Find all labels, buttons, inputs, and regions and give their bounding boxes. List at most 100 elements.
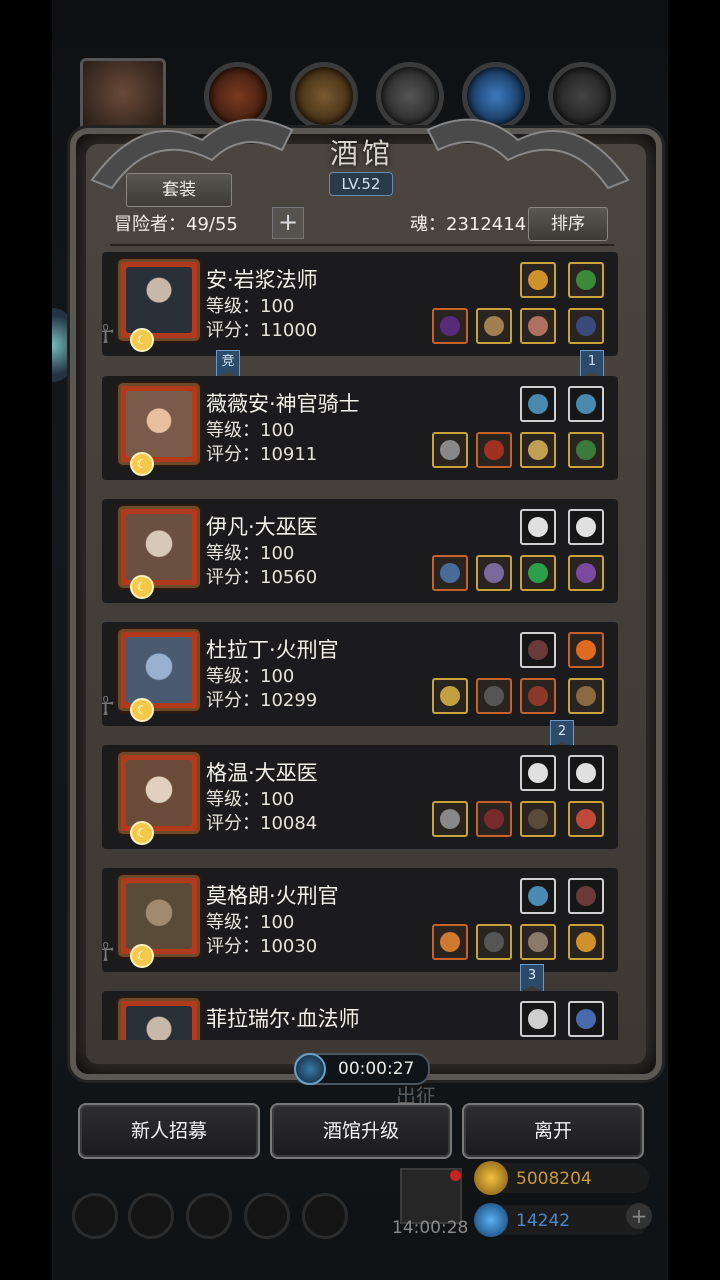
hero-score: 评分：10299 <box>206 690 318 711</box>
equipment-slot[interactable] <box>568 308 604 344</box>
menu-icon[interactable] <box>244 1193 290 1239</box>
equipment-slot[interactable] <box>520 308 556 344</box>
hero-level: 等级：100 <box>206 420 295 441</box>
equipment-slot[interactable] <box>520 262 556 298</box>
equipment-slot[interactable] <box>476 678 512 714</box>
hero-score: 评分：10030 <box>206 936 318 957</box>
ghost-icon: ☥ <box>102 320 116 350</box>
hero-row[interactable]: ☾ 安·岩浆法师 等级：100 评分：11000 <box>102 252 618 356</box>
hero-name: 格温·大巫医 <box>206 761 318 785</box>
hero-name: 莫格朗·火刑官 <box>206 884 339 908</box>
hero-row[interactable]: ☾ 薇薇安·神官骑士 等级：100 评分：10911 <box>102 376 618 480</box>
menu-icon[interactable] <box>128 1193 174 1239</box>
notification-dot-icon <box>450 1170 461 1181</box>
equipment-slot[interactable] <box>520 1001 556 1037</box>
equipment-slot[interactable] <box>432 308 468 344</box>
tavern-level-badge: LV.52 <box>329 172 393 196</box>
coin-icon <box>474 1161 508 1195</box>
ghost-icon: ☥ <box>102 938 116 968</box>
hero-portrait <box>118 383 200 465</box>
equipment-slot[interactable] <box>520 386 556 422</box>
equipment-slot[interactable] <box>432 555 468 591</box>
hero-score: 评分：11000 <box>206 320 318 341</box>
hero-row[interactable]: ☾ 伊凡·大巫医 等级：100 评分：10560 <box>102 499 618 603</box>
hero-name: 菲拉瑞尔·血法师 <box>206 1007 360 1031</box>
ghost-icon: ☥ <box>102 692 116 722</box>
hero-level: 等级：100 <box>206 912 295 933</box>
timer-text: 00:00:27 <box>338 1059 415 1079</box>
equipment-slot[interactable] <box>476 801 512 837</box>
hero-row[interactable]: ☾ 莫格朗·火刑官 等级：100 评分：10030 <box>102 868 618 972</box>
equipment-slot[interactable] <box>476 924 512 960</box>
equipment-slot[interactable] <box>476 308 512 344</box>
upgrade-tavern-button[interactable]: 酒馆升级 <box>270 1103 452 1159</box>
equipment-slot[interactable] <box>568 801 604 837</box>
gold-counter: 5008204 <box>474 1161 649 1195</box>
hero-name: 杜拉丁·火刑官 <box>206 638 339 662</box>
hero-row[interactable]: 菲拉瑞尔·血法师 <box>102 991 618 1040</box>
equipment-slot[interactable] <box>568 924 604 960</box>
equipment-slot[interactable] <box>520 755 556 791</box>
hero-list[interactable]: ☾ 安·岩浆法师 等级：100 评分：11000 ☥ 竞 1 ☾ 薇薇安·神官骑… <box>102 250 622 1040</box>
equipment-slot[interactable] <box>432 678 468 714</box>
hero-portrait <box>118 998 200 1040</box>
rank-ribbon: 3 <box>520 964 544 992</box>
hero-portrait <box>118 259 200 341</box>
equipment-slot[interactable] <box>520 678 556 714</box>
moon-icon: ☾ <box>130 698 154 722</box>
clock-icon <box>294 1053 326 1085</box>
equipment-slot[interactable] <box>520 509 556 545</box>
hero-score: 评分：10560 <box>206 567 318 588</box>
hero-portrait <box>118 752 200 834</box>
set-button[interactable]: 套装 <box>126 173 232 207</box>
gem-counter: 14242 <box>474 1203 649 1237</box>
add-gem-button[interactable]: + <box>626 1203 652 1229</box>
sort-button[interactable]: 排序 <box>528 207 608 241</box>
hero-portrait <box>118 875 200 957</box>
moon-icon: ☾ <box>130 328 154 352</box>
equipment-slot[interactable] <box>520 801 556 837</box>
hero-row[interactable]: ☾ 格温·大巫医 等级：100 评分：10084 <box>102 745 618 849</box>
equipment-slot[interactable] <box>568 432 604 468</box>
hero-score: 评分：10084 <box>206 813 318 834</box>
equipment-slot[interactable] <box>520 924 556 960</box>
equipment-slot[interactable] <box>568 755 604 791</box>
equipment-slot[interactable] <box>520 432 556 468</box>
rank-ribbon: 2 <box>550 720 574 748</box>
equipment-slot[interactable] <box>432 924 468 960</box>
equipment-slot[interactable] <box>520 878 556 914</box>
menu-icon[interactable] <box>186 1193 232 1239</box>
equipment-slot[interactable] <box>432 801 468 837</box>
menu-icon[interactable] <box>302 1193 348 1239</box>
equipment-slot[interactable] <box>520 555 556 591</box>
equipment-slot[interactable] <box>568 386 604 422</box>
panel-title: 酒馆 <box>329 137 394 170</box>
moon-icon: ☾ <box>130 575 154 599</box>
equipment-slot[interactable] <box>476 432 512 468</box>
adventurer-count: 冒险者：49/55 <box>114 214 238 235</box>
recruit-button[interactable]: 新人招募 <box>78 1103 260 1159</box>
equipment-slot[interactable] <box>568 678 604 714</box>
hero-level: 等级：100 <box>206 543 295 564</box>
arena-ribbon: 竞 <box>216 350 240 378</box>
hero-row[interactable]: ☾ 杜拉丁·火刑官 等级：100 评分：10299 <box>102 622 618 726</box>
recruit-timer: 00:00:27 <box>294 1053 430 1085</box>
equipment-slot[interactable] <box>568 262 604 298</box>
add-slot-button[interactable]: + <box>272 207 304 239</box>
equipment-slot[interactable] <box>568 878 604 914</box>
equipment-slot[interactable] <box>568 632 604 668</box>
menu-icon[interactable] <box>72 1193 118 1239</box>
moon-icon: ☾ <box>130 944 154 968</box>
leave-button[interactable]: 离开 <box>462 1103 644 1159</box>
soul-count: 魂：2312414 <box>410 214 527 235</box>
hero-level: 等级：100 <box>206 789 295 810</box>
equipment-slot[interactable] <box>432 432 468 468</box>
equipment-slot[interactable] <box>520 632 556 668</box>
clock-text: 14:00:28 <box>392 1218 469 1238</box>
equipment-slot[interactable] <box>568 509 604 545</box>
equipment-slot[interactable] <box>568 1001 604 1037</box>
equipment-slot[interactable] <box>476 555 512 591</box>
divider <box>110 244 614 246</box>
equipment-slot[interactable] <box>568 555 604 591</box>
hero-level: 等级：100 <box>206 666 295 687</box>
